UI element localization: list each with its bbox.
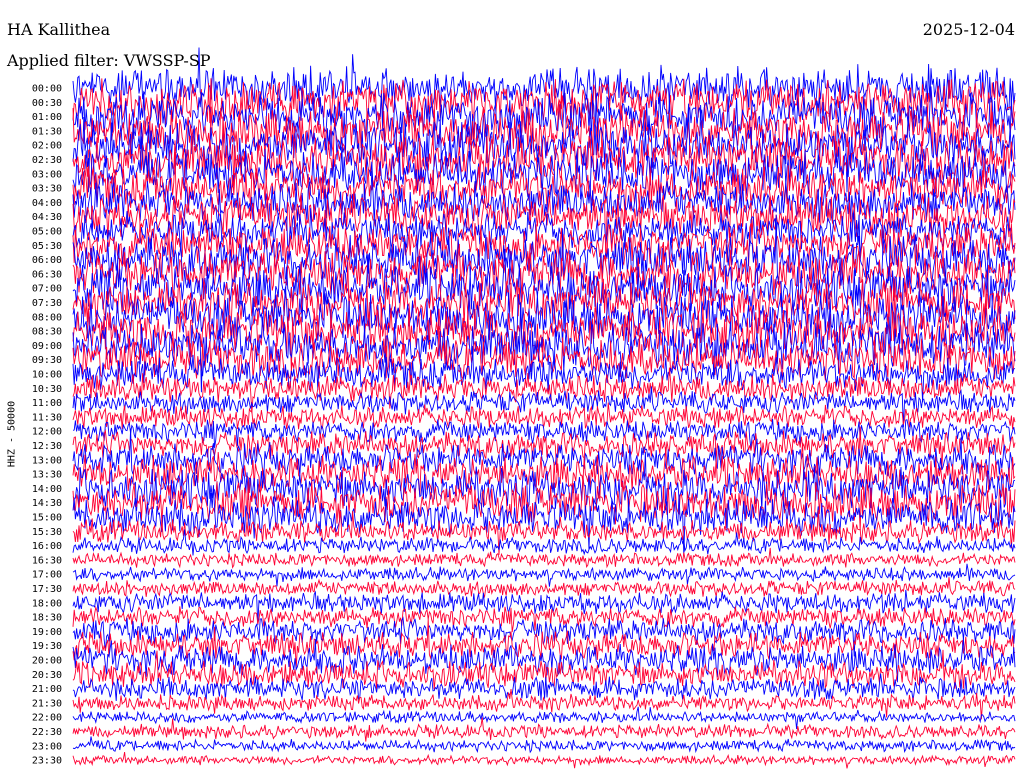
filter-subtitle: Applied filter: VWSSP-SP [7,51,211,70]
time-label: 01:00 [32,112,62,123]
time-label: 05:30 [32,241,62,252]
time-label: 06:30 [32,269,62,280]
trace-row [72,752,1016,769]
trace-row [72,589,1016,626]
time-label: 01:30 [32,126,62,137]
time-label: 08:00 [32,312,62,323]
time-label: 00:00 [32,84,62,95]
time-label: 07:30 [32,298,62,309]
time-label: 15:30 [32,527,62,538]
time-label: 16:30 [32,555,62,566]
trace-row [72,736,1016,754]
time-label: 17:00 [32,570,62,581]
time-label: 16:00 [32,541,62,552]
time-label: 08:30 [32,327,62,338]
seismic-trace-area [72,47,1016,769]
time-label: 11:30 [32,412,62,423]
time-label: 20:00 [32,656,62,667]
channel-axis-label: HHZ - 50000 [6,400,18,468]
time-label: 19:30 [32,641,62,652]
time-label: 13:00 [32,455,62,466]
time-label: 14:30 [32,498,62,509]
time-label: 02:30 [32,155,62,166]
trace-row [72,717,1016,742]
time-label: 13:30 [32,470,62,481]
helicorder-plot: 00:00 00:30 01:00 01:30 02:00 02:30 03:00 03:30… [32,47,1016,769]
time-label: 21:00 [32,684,62,695]
trace-row [72,547,1016,569]
station-title: HA Kallithea [7,20,111,39]
time-label: 10:00 [32,370,62,381]
time-label-column: 00:00 00:30 01:00 01:30 02:00 02:30 03:00 03:30… [32,84,62,767]
time-label: 10:30 [32,384,62,395]
time-label: 07:00 [32,284,62,295]
time-label: 21:30 [32,698,62,709]
trace-row [72,563,1016,587]
time-label: 19:00 [32,627,62,638]
time-label: 14:00 [32,484,62,495]
time-label: 22:00 [32,713,62,724]
time-label: 02:00 [32,141,62,152]
time-label: 23:00 [32,741,62,752]
date-label: 2025-12-04 [922,20,1015,39]
time-label: 22:30 [32,727,62,738]
trace-row [72,529,1016,556]
time-label: 20:30 [32,670,62,681]
time-label: 12:00 [32,427,62,438]
time-label: 09:30 [32,355,62,366]
time-label: 09:00 [32,341,62,352]
time-label: 00:30 [32,98,62,109]
time-label: 04:30 [32,212,62,223]
trace-row [72,386,1016,428]
time-label: 11:00 [32,398,62,409]
time-label: 18:30 [32,613,62,624]
time-label: 06:00 [32,255,62,266]
time-label: 17:30 [32,584,62,595]
time-label: 04:00 [32,198,62,209]
time-label: 12:30 [32,441,62,452]
time-label: 03:30 [32,184,62,195]
time-label: 15:00 [32,513,62,524]
time-label: 18:00 [32,598,62,609]
trace-row [72,418,1016,449]
time-label: 05:00 [32,227,62,238]
time-label: 03:00 [32,169,62,180]
time-label: 23:30 [32,756,62,767]
